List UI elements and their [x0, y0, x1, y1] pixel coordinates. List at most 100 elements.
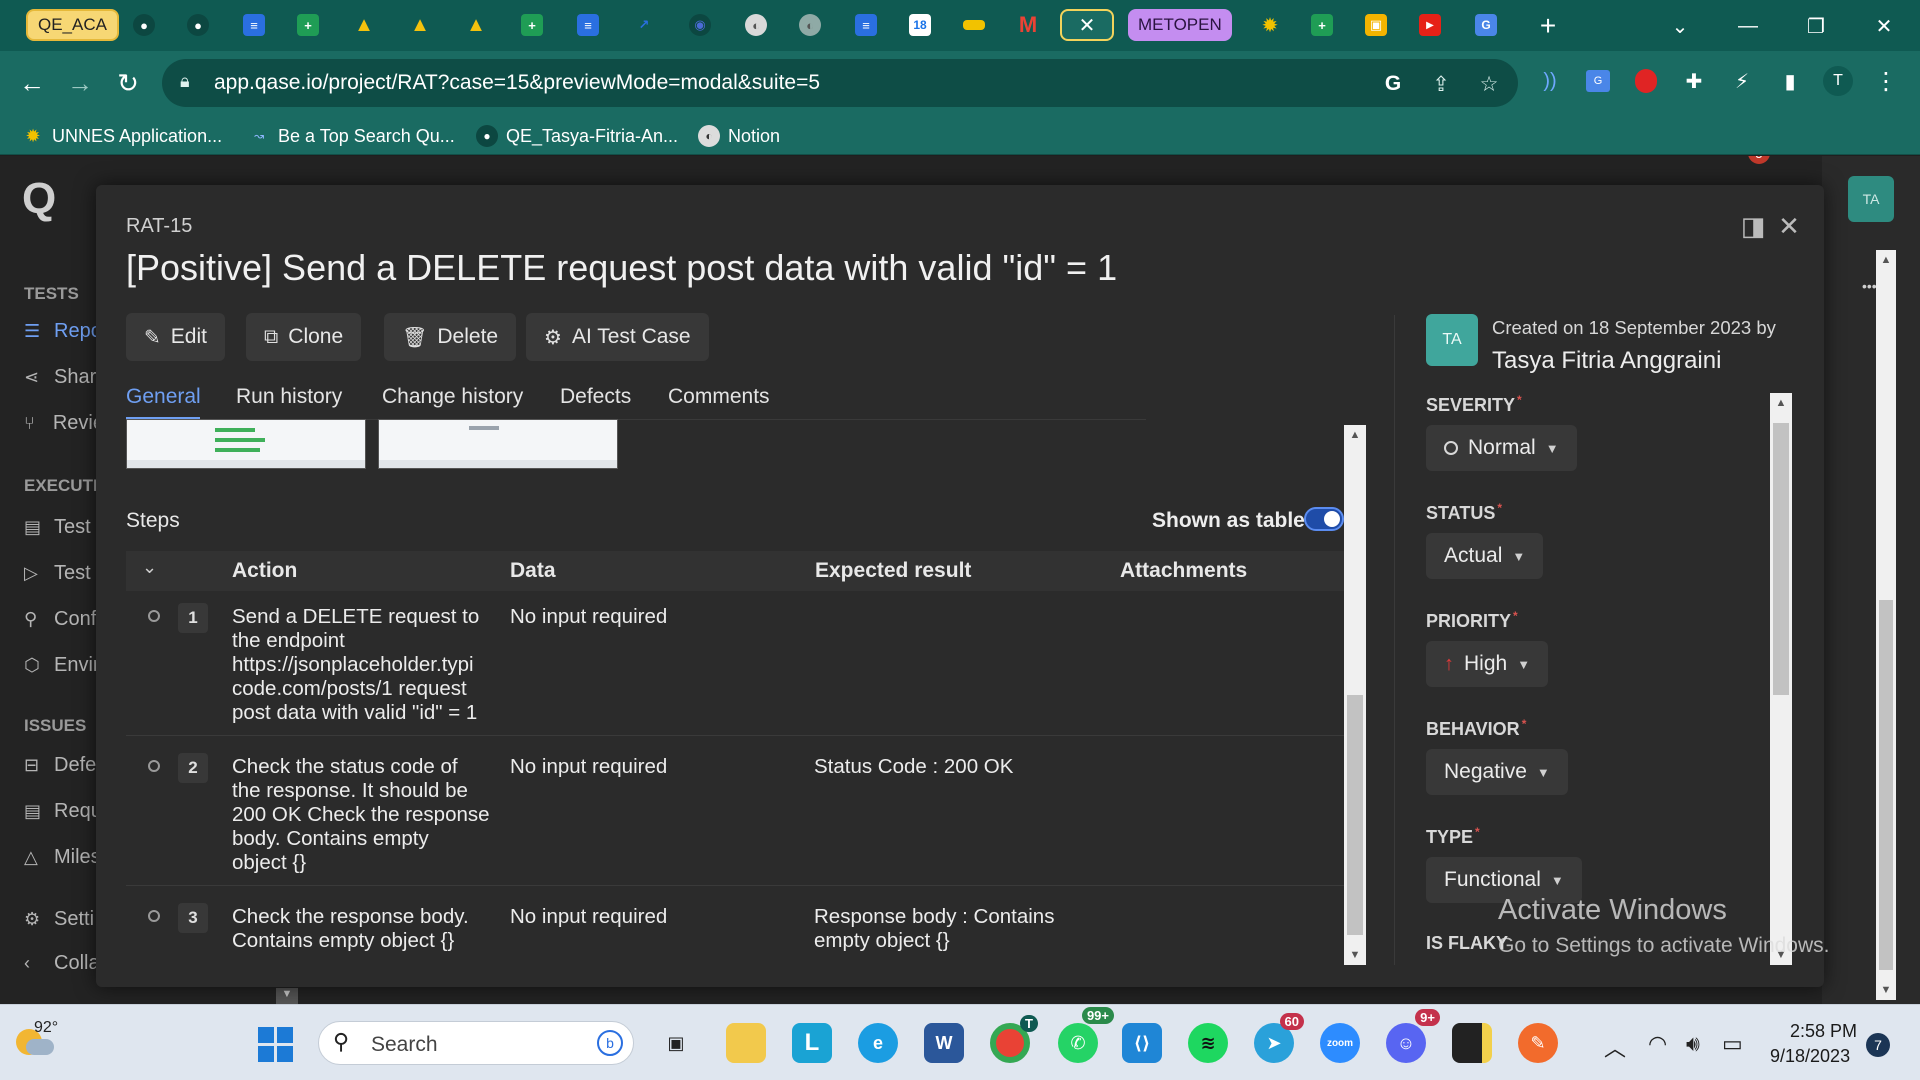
app-orange-icon[interactable]: ✎: [1518, 1023, 1558, 1063]
sidebar-item-test-runs[interactable]: ▤ Test: [24, 516, 104, 539]
sidebar-item-configurations[interactable]: ⚲ Conf: [24, 608, 104, 631]
extensions-puzzle-icon[interactable]: ✚: [1678, 65, 1710, 97]
spotify-icon[interactable]: ≋: [1188, 1023, 1228, 1063]
bookmark-unnes[interactable]: ✹ UNNES Application...: [22, 123, 222, 149]
zoom-icon[interactable]: zoom: [1320, 1023, 1360, 1063]
tab-docs-3[interactable]: ≡: [840, 7, 892, 43]
scroll-up-arrow-icon[interactable]: ▲: [1880, 254, 1892, 266]
reload-button[interactable]: ↻: [110, 65, 146, 101]
wifi-icon[interactable]: ◠: [1648, 1031, 1667, 1057]
step-select-radio[interactable]: [148, 610, 160, 622]
taskbar-search[interactable]: ⚲ Search b: [318, 1021, 634, 1065]
tab-sheets-1[interactable]: +: [282, 7, 334, 43]
extension-translate-icon[interactable]: G: [1582, 65, 1614, 97]
sidebar-item-settings[interactable]: ⚙︎ Setti: [24, 908, 104, 931]
sidebar-item-defects[interactable]: ⊟ Defe: [24, 754, 104, 777]
scroll-up-arrow-icon[interactable]: ▲: [1775, 397, 1787, 409]
page-scrollbar-thumb[interactable]: [1879, 600, 1893, 970]
address-bar[interactable]: 🔒︎ app.qase.io/project/RAT?case=15&previ…: [162, 59, 1518, 107]
new-tab-button[interactable]: +: [1528, 8, 1568, 44]
attachment-thumbnail[interactable]: [126, 419, 366, 469]
notification-center-badge[interactable]: 7: [1866, 1033, 1890, 1057]
page-scrollbar[interactable]: ▲ ▼: [1876, 250, 1896, 1000]
back-button[interactable]: ←: [14, 65, 50, 101]
attachment-thumbnail[interactable]: [378, 419, 618, 469]
app-l-icon[interactable]: L: [792, 1023, 832, 1063]
weather-widget[interactable]: 92°: [14, 1019, 74, 1069]
bookmark-search-quality[interactable]: ↝ Be a Top Search Qu...: [248, 123, 455, 149]
details-scrollbar[interactable]: ▲ ▼: [1770, 393, 1792, 965]
clock-time[interactable]: 2:58 PM: [1790, 1021, 1857, 1042]
tab-youtube[interactable]: ▶: [1404, 7, 1456, 43]
tab-active-close[interactable]: ✕: [1060, 9, 1114, 41]
scroll-down-arrow-icon[interactable]: ▼: [1880, 984, 1892, 996]
volume-icon[interactable]: 🔊︎: [1686, 1031, 1700, 1057]
tab-qe-aca[interactable]: QE_ACA: [26, 9, 119, 41]
steps-scrollbar[interactable]: ▲ ▼: [1344, 425, 1366, 965]
tab-globe-2[interactable]: ◐: [784, 7, 836, 43]
chrome-menu-icon[interactable]: ⋮: [1870, 65, 1902, 97]
tab-github-2[interactable]: ●: [172, 7, 224, 43]
tab-drive-3[interactable]: ▲: [450, 7, 502, 43]
clone-button[interactable]: ⧉ Clone: [246, 313, 362, 361]
tab-comments[interactable]: Comments: [668, 385, 770, 409]
chrome-icon[interactable]: T: [990, 1015, 1038, 1063]
sidebar-collapse[interactable]: ‹ Colla: [24, 952, 104, 975]
clock-date[interactable]: 9/18/2023: [1770, 1046, 1850, 1067]
word-icon[interactable]: W: [924, 1023, 964, 1063]
forward-button[interactable]: →: [62, 65, 98, 101]
extension-wave-icon[interactable]: )): [1534, 65, 1566, 97]
file-explorer-icon[interactable]: [726, 1023, 766, 1063]
tab-translate[interactable]: G: [1460, 7, 1512, 43]
tab-site-1[interactable]: ↗: [618, 7, 670, 43]
priority-select[interactable]: ↑ High ▼: [1426, 641, 1549, 687]
bookmark-star-icon[interactable]: ☆: [1476, 71, 1502, 97]
show-hidden-icons-chevron-icon[interactable]: ︿: [1604, 1031, 1626, 1063]
scroll-up-arrow-icon[interactable]: ▲: [1349, 429, 1361, 441]
close-window-button[interactable]: ✕: [1864, 8, 1904, 44]
tab-docs-2[interactable]: ≡: [562, 7, 614, 43]
tab-github-1[interactable]: ●: [118, 7, 170, 43]
tab-classroom[interactable]: ▣: [1350, 7, 1402, 43]
url-text[interactable]: app.qase.io/project/RAT?case=15&previewM…: [214, 71, 820, 95]
tab-unnes[interactable]: ✹: [1244, 7, 1296, 43]
tab-site-2[interactable]: ◉: [674, 7, 726, 43]
tab-sheets-2[interactable]: +: [506, 7, 558, 43]
behavior-select[interactable]: Negative ▼: [1426, 749, 1568, 795]
sidebar-item-repository[interactable]: ☰ Repo: [24, 320, 104, 343]
side-panel-icon[interactable]: ▮: [1774, 65, 1806, 97]
steps-scrollbar-thumb[interactable]: [1347, 695, 1363, 935]
ai-test-case-button[interactable]: ⚙︎ AI Test Case: [526, 313, 709, 361]
more-options-icon[interactable]: •••: [1862, 278, 1877, 294]
tab-drive-2[interactable]: ▲: [394, 7, 446, 43]
tab-search-chevron-icon[interactable]: ⌄: [1660, 8, 1700, 44]
close-modal-icon[interactable]: ✕: [1774, 211, 1804, 241]
collapse-tab-chevron-icon[interactable]: ▼: [276, 988, 298, 1004]
delete-button[interactable]: 🗑︎ Delete: [384, 313, 517, 361]
tab-site-3[interactable]: [948, 7, 1000, 43]
whatsapp-icon[interactable]: ✆ 99+: [1058, 1007, 1114, 1063]
profile-avatar[interactable]: T: [1822, 65, 1854, 97]
share-icon[interactable]: ⇪: [1428, 71, 1454, 97]
tab-calendar[interactable]: 18: [894, 7, 946, 43]
performance-icon[interactable]: ⚡︎: [1726, 65, 1758, 97]
bookmark-github[interactable]: ● QE_Tasya-Fitria-An...: [476, 123, 678, 149]
tab-sheets-3[interactable]: +: [1296, 7, 1348, 43]
sidebar-item-milestones[interactable]: △ Miles: [24, 846, 104, 869]
extension-hand-icon[interactable]: [1630, 65, 1662, 97]
discord-icon[interactable]: ☺ 9+: [1386, 1009, 1440, 1063]
minimize-button[interactable]: —: [1728, 8, 1768, 44]
split-view-icon[interactable]: ◨: [1738, 211, 1768, 241]
notification-badge[interactable]: 5: [1748, 156, 1770, 164]
tab-metopen[interactable]: METOPEN: [1128, 9, 1232, 41]
start-button[interactable]: [258, 1027, 294, 1063]
tab-change-history[interactable]: Change history: [382, 385, 523, 409]
user-avatar[interactable]: TA: [1848, 176, 1894, 222]
step-select-radio[interactable]: [148, 910, 160, 922]
telegram-icon[interactable]: ➤ 60: [1254, 1013, 1304, 1063]
battery-icon[interactable]: ▭: [1722, 1031, 1743, 1057]
tab-run-history[interactable]: Run history: [236, 385, 342, 409]
bookmark-notion[interactable]: ◐ Notion: [698, 123, 780, 149]
tab-defects[interactable]: Defects: [560, 385, 631, 409]
task-view-icon[interactable]: ▣: [656, 1023, 696, 1063]
